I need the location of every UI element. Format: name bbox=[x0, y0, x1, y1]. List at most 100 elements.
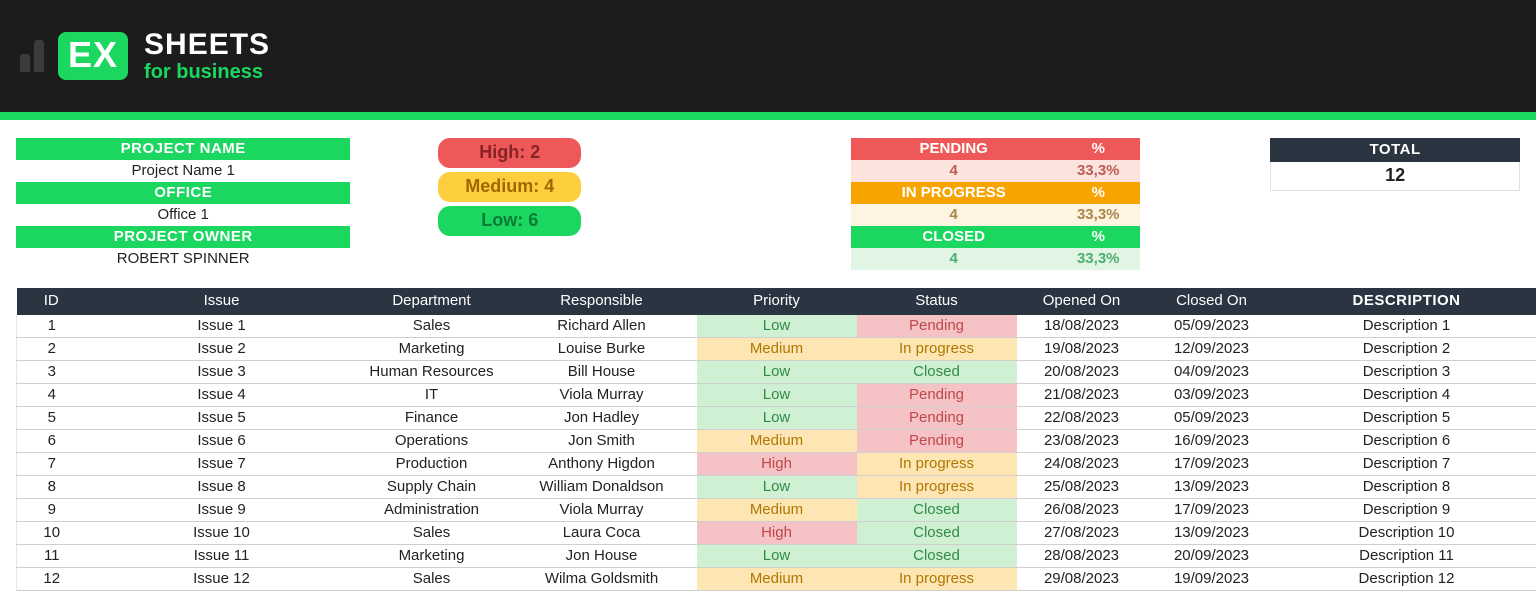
cell-priority[interactable]: High bbox=[697, 522, 857, 545]
cell-department[interactable]: Administration bbox=[357, 499, 507, 522]
project-name-value[interactable]: Project Name 1 bbox=[16, 160, 350, 182]
table-row[interactable]: 5Issue 5FinanceJon HadleyLowPending22/08… bbox=[17, 407, 1536, 430]
cell-description[interactable]: Description 3 bbox=[1277, 361, 1536, 384]
cell-priority[interactable]: Medium bbox=[697, 499, 857, 522]
cell-responsible[interactable]: Viola Murray bbox=[507, 499, 697, 522]
col-issue[interactable]: Issue bbox=[87, 288, 357, 315]
cell-department[interactable]: IT bbox=[357, 384, 507, 407]
cell-department[interactable]: Finance bbox=[357, 407, 507, 430]
cell-closed-on[interactable]: 13/09/2023 bbox=[1147, 476, 1277, 499]
cell-status[interactable]: Pending bbox=[857, 384, 1017, 407]
cell-description[interactable]: Description 2 bbox=[1277, 338, 1536, 361]
cell-priority[interactable]: Low bbox=[697, 361, 857, 384]
cell-description[interactable]: Description 8 bbox=[1277, 476, 1536, 499]
cell-department[interactable]: Marketing bbox=[357, 338, 507, 361]
table-row[interactable]: 8Issue 8Supply ChainWilliam DonaldsonLow… bbox=[17, 476, 1536, 499]
cell-department[interactable]: Supply Chain bbox=[357, 476, 507, 499]
cell-department[interactable]: Human Resources bbox=[357, 361, 507, 384]
cell-opened-on[interactable]: 21/08/2023 bbox=[1017, 384, 1147, 407]
cell-opened-on[interactable]: 24/08/2023 bbox=[1017, 453, 1147, 476]
cell-responsible[interactable]: Laura Coca bbox=[507, 522, 697, 545]
cell-closed-on[interactable]: 05/09/2023 bbox=[1147, 407, 1277, 430]
cell-status[interactable]: In progress bbox=[857, 476, 1017, 499]
table-row[interactable]: 3Issue 3Human ResourcesBill HouseLowClos… bbox=[17, 361, 1536, 384]
col-description[interactable]: DESCRIPTION bbox=[1277, 288, 1536, 315]
cell-responsible[interactable]: Louise Burke bbox=[507, 338, 697, 361]
cell-closed-on[interactable]: 17/09/2023 bbox=[1147, 499, 1277, 522]
cell-department[interactable]: Operations bbox=[357, 430, 507, 453]
cell-responsible[interactable]: William Donaldson bbox=[507, 476, 697, 499]
cell-description[interactable]: Description 12 bbox=[1277, 568, 1536, 591]
cell-opened-on[interactable]: 18/08/2023 bbox=[1017, 315, 1147, 338]
cell-priority[interactable]: High bbox=[697, 453, 857, 476]
col-responsible[interactable]: Responsible bbox=[507, 288, 697, 315]
cell-id[interactable]: 6 bbox=[17, 430, 87, 453]
table-row[interactable]: 6Issue 6OperationsJon SmithMediumPending… bbox=[17, 430, 1536, 453]
cell-status[interactable]: In progress bbox=[857, 338, 1017, 361]
cell-issue[interactable]: Issue 4 bbox=[87, 384, 357, 407]
cell-responsible[interactable]: Jon Smith bbox=[507, 430, 697, 453]
cell-id[interactable]: 12 bbox=[17, 568, 87, 591]
cell-status[interactable]: Closed bbox=[857, 545, 1017, 568]
cell-status[interactable]: In progress bbox=[857, 568, 1017, 591]
project-owner-value[interactable]: ROBERT SPINNER bbox=[16, 248, 350, 270]
col-closed-on[interactable]: Closed On bbox=[1147, 288, 1277, 315]
table-row[interactable]: 10Issue 10SalesLaura CocaHighClosed27/08… bbox=[17, 522, 1536, 545]
cell-issue[interactable]: Issue 1 bbox=[87, 315, 357, 338]
cell-id[interactable]: 11 bbox=[17, 545, 87, 568]
cell-closed-on[interactable]: 04/09/2023 bbox=[1147, 361, 1277, 384]
table-row[interactable]: 9Issue 9AdministrationViola MurrayMedium… bbox=[17, 499, 1536, 522]
cell-id[interactable]: 4 bbox=[17, 384, 87, 407]
cell-issue[interactable]: Issue 3 bbox=[87, 361, 357, 384]
cell-description[interactable]: Description 10 bbox=[1277, 522, 1536, 545]
col-department[interactable]: Department bbox=[357, 288, 507, 315]
cell-closed-on[interactable]: 16/09/2023 bbox=[1147, 430, 1277, 453]
table-row[interactable]: 7Issue 7ProductionAnthony HigdonHighIn p… bbox=[17, 453, 1536, 476]
cell-description[interactable]: Description 4 bbox=[1277, 384, 1536, 407]
cell-priority[interactable]: Medium bbox=[697, 430, 857, 453]
cell-closed-on[interactable]: 05/09/2023 bbox=[1147, 315, 1277, 338]
cell-issue[interactable]: Issue 11 bbox=[87, 545, 357, 568]
cell-opened-on[interactable]: 23/08/2023 bbox=[1017, 430, 1147, 453]
col-priority[interactable]: Priority bbox=[697, 288, 857, 315]
cell-issue[interactable]: Issue 12 bbox=[87, 568, 357, 591]
col-opened-on[interactable]: Opened On bbox=[1017, 288, 1147, 315]
cell-description[interactable]: Description 9 bbox=[1277, 499, 1536, 522]
cell-priority[interactable]: Low bbox=[697, 315, 857, 338]
cell-description[interactable]: Description 1 bbox=[1277, 315, 1536, 338]
cell-priority[interactable]: Low bbox=[697, 545, 857, 568]
table-row[interactable]: 2Issue 2MarketingLouise BurkeMediumIn pr… bbox=[17, 338, 1536, 361]
cell-opened-on[interactable]: 27/08/2023 bbox=[1017, 522, 1147, 545]
cell-issue[interactable]: Issue 6 bbox=[87, 430, 357, 453]
cell-opened-on[interactable]: 19/08/2023 bbox=[1017, 338, 1147, 361]
cell-department[interactable]: Sales bbox=[357, 522, 507, 545]
cell-priority[interactable]: Medium bbox=[697, 568, 857, 591]
cell-status[interactable]: Closed bbox=[857, 522, 1017, 545]
cell-priority[interactable]: Low bbox=[697, 407, 857, 430]
col-status[interactable]: Status bbox=[857, 288, 1017, 315]
cell-issue[interactable]: Issue 2 bbox=[87, 338, 357, 361]
cell-closed-on[interactable]: 12/09/2023 bbox=[1147, 338, 1277, 361]
col-id[interactable]: ID bbox=[17, 288, 87, 315]
cell-id[interactable]: 7 bbox=[17, 453, 87, 476]
cell-issue[interactable]: Issue 7 bbox=[87, 453, 357, 476]
cell-id[interactable]: 1 bbox=[17, 315, 87, 338]
cell-status[interactable]: Pending bbox=[857, 430, 1017, 453]
cell-responsible[interactable]: Anthony Higdon bbox=[507, 453, 697, 476]
office-value[interactable]: Office 1 bbox=[16, 204, 350, 226]
cell-department[interactable]: Sales bbox=[357, 568, 507, 591]
cell-issue[interactable]: Issue 10 bbox=[87, 522, 357, 545]
cell-issue[interactable]: Issue 8 bbox=[87, 476, 357, 499]
cell-responsible[interactable]: Richard Allen bbox=[507, 315, 697, 338]
table-row[interactable]: 12Issue 12SalesWilma GoldsmithMediumIn p… bbox=[17, 568, 1536, 591]
cell-id[interactable]: 9 bbox=[17, 499, 87, 522]
table-row[interactable]: 4Issue 4ITViola MurrayLowPending21/08/20… bbox=[17, 384, 1536, 407]
cell-department[interactable]: Sales bbox=[357, 315, 507, 338]
cell-closed-on[interactable]: 20/09/2023 bbox=[1147, 545, 1277, 568]
cell-opened-on[interactable]: 28/08/2023 bbox=[1017, 545, 1147, 568]
cell-closed-on[interactable]: 03/09/2023 bbox=[1147, 384, 1277, 407]
cell-id[interactable]: 5 bbox=[17, 407, 87, 430]
cell-status[interactable]: In progress bbox=[857, 453, 1017, 476]
cell-responsible[interactable]: Wilma Goldsmith bbox=[507, 568, 697, 591]
cell-responsible[interactable]: Bill House bbox=[507, 361, 697, 384]
